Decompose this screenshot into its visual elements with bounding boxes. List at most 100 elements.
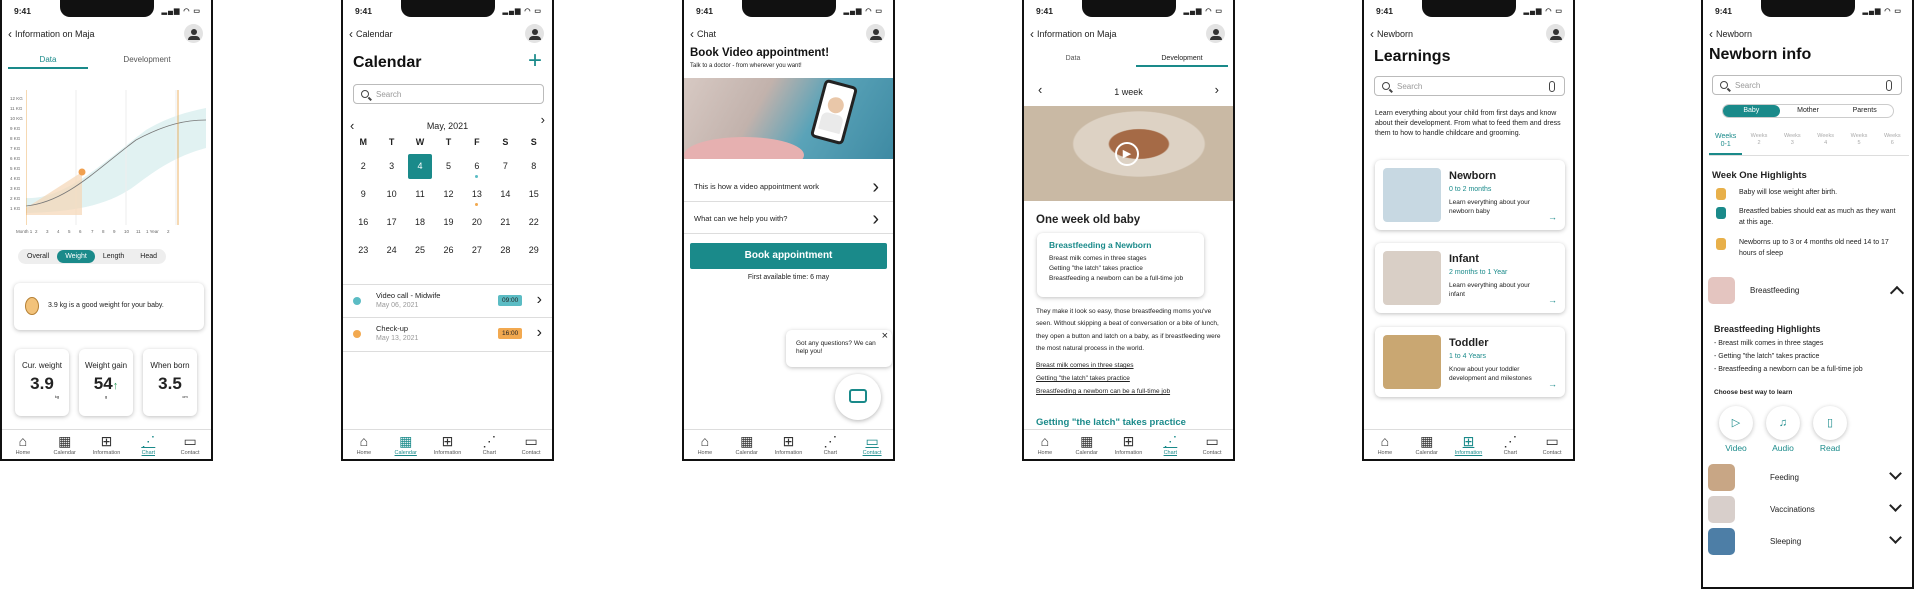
search-input[interactable]: Search xyxy=(353,84,544,104)
segment-mother[interactable]: Mother xyxy=(1780,105,1837,117)
close-icon[interactable]: × xyxy=(882,330,888,342)
link-latch[interactable]: Getting "the latch" takes practice xyxy=(1036,375,1130,382)
back-icon[interactable]: ‹ xyxy=(8,28,12,40)
segment-baby[interactable]: Baby xyxy=(1723,105,1780,117)
calendar-day[interactable]: 10 xyxy=(379,182,403,207)
week-tab[interactable]: Weeks 6 xyxy=(1876,133,1909,155)
learning-card-toddler[interactable]: Toddler 1 to 4 Years Know about your tod… xyxy=(1375,327,1565,397)
back-icon[interactable]: ‹ xyxy=(1030,28,1034,40)
calendar-day[interactable]: 12 xyxy=(436,182,460,207)
calendar-day[interactable]: 2 xyxy=(351,154,375,179)
tab-home[interactable]: ⌂ Home xyxy=(1024,430,1066,456)
week-tab[interactable]: Weeks 4 xyxy=(1809,133,1842,155)
tab-development[interactable]: Development xyxy=(107,55,187,64)
microphone-icon[interactable] xyxy=(1886,80,1892,91)
filter-length[interactable]: Length xyxy=(95,250,132,263)
book-appointment-button[interactable]: Book appointment xyxy=(690,243,887,269)
event-row[interactable]: Video call - Midwife May 06, 2021 09:00 … xyxy=(343,284,552,318)
calendar-day[interactable]: 29 xyxy=(522,238,546,263)
week-tab[interactable]: Weeks 3 xyxy=(1776,133,1809,155)
calendar-day[interactable]: 3 xyxy=(379,154,403,179)
row-how-it-works[interactable]: This is how a video appointment work › xyxy=(684,172,893,202)
profile-avatar[interactable] xyxy=(184,24,203,43)
calendar-day[interactable]: 11 xyxy=(408,182,432,207)
calendar-day[interactable]: 18 xyxy=(408,210,432,235)
filter-overall[interactable]: Overall xyxy=(19,250,57,263)
tab-information[interactable]: ⊞ Information xyxy=(1448,430,1490,459)
tab-chart[interactable]: ⋰ Chart xyxy=(1149,430,1191,456)
learning-card-infant[interactable]: Infant 2 months to 1 Year Learn everythi… xyxy=(1375,243,1565,313)
calendar-day[interactable]: 25 xyxy=(408,238,432,263)
calendar-day[interactable]: 17 xyxy=(379,210,403,235)
microphone-icon[interactable] xyxy=(1549,81,1555,92)
week-tab[interactable]: Weeks 2 xyxy=(1742,133,1775,155)
tab-calendar[interactable]: ▦ Calendar xyxy=(726,430,768,459)
tab-home[interactable]: ⌂ Home xyxy=(1364,430,1406,459)
calendar-day[interactable]: 4 xyxy=(407,154,433,179)
accordion-sleeping[interactable]: Sleeping xyxy=(1703,527,1912,557)
back-icon[interactable]: ‹ xyxy=(349,28,353,40)
back-label[interactable]: Chat xyxy=(697,29,716,39)
back-label[interactable]: Newborn xyxy=(1716,29,1752,39)
play-icon[interactable]: ▶ xyxy=(1115,142,1139,166)
breastfeeding-summary-card[interactable]: Breastfeeding a Newborn Breast milk come… xyxy=(1037,233,1204,297)
calendar-day[interactable]: 14 xyxy=(493,182,517,207)
calendar-day[interactable]: 15 xyxy=(522,182,546,207)
accordion-feeding[interactable]: Feeding xyxy=(1703,463,1912,493)
tab-calendar[interactable]: ▦ Calendar xyxy=(385,430,427,459)
calendar-day[interactable]: 7 xyxy=(493,154,517,179)
tab-information[interactable]: ⊞ Information xyxy=(427,430,469,459)
search-input[interactable]: Search xyxy=(1712,75,1902,95)
tab-calendar[interactable]: ▦ Calendar xyxy=(1066,430,1108,456)
filter-weight[interactable]: Weight xyxy=(57,250,95,263)
link-milk-stages[interactable]: Breast milk comes in three stages xyxy=(1036,362,1134,369)
tab-chart[interactable]: ⋰ Chart xyxy=(127,430,169,459)
tab-chart[interactable]: ⋰ Chart xyxy=(468,430,510,459)
calendar-day[interactable]: 8 xyxy=(522,154,546,179)
profile-avatar[interactable] xyxy=(525,24,544,43)
profile-avatar[interactable] xyxy=(1546,24,1565,43)
media-video-button[interactable]: ▷ xyxy=(1719,406,1753,440)
tab-information[interactable]: ⊞ Information xyxy=(86,430,128,459)
calendar-day[interactable]: 24 xyxy=(379,238,403,263)
tab-contact[interactable]: ▭ Contact xyxy=(169,430,211,459)
tab-contact[interactable]: ▭ Contact xyxy=(1191,430,1233,456)
calendar-day[interactable]: 20 xyxy=(465,210,489,235)
tab-contact[interactable]: ▭ Contact xyxy=(851,430,893,459)
tab-home[interactable]: ⌂ Home xyxy=(2,430,44,459)
baby-video-thumbnail[interactable]: ▶ xyxy=(1024,106,1233,201)
calendar-day[interactable]: 6 xyxy=(465,154,489,179)
learning-card-newborn[interactable]: Newborn 0 to 2 months Learn everything a… xyxy=(1375,160,1565,230)
calendar-day[interactable]: 23 xyxy=(351,238,375,263)
calendar-day[interactable]: 19 xyxy=(436,210,460,235)
segment-parents[interactable]: Parents xyxy=(1836,105,1893,117)
week-tab[interactable]: Weeks 0-1 xyxy=(1709,133,1743,155)
tab-chart[interactable]: ⋰ Chart xyxy=(809,430,851,459)
tab-data[interactable]: Data xyxy=(8,55,88,69)
calendar-day[interactable]: 27 xyxy=(465,238,489,263)
row-help[interactable]: What can we help you with? › xyxy=(684,204,893,234)
media-audio-button[interactable]: ♫ xyxy=(1766,406,1800,440)
tab-chart[interactable]: ⋰ Chart xyxy=(1489,430,1531,459)
calendar-day[interactable]: 16 xyxy=(351,210,375,235)
tab-information[interactable]: ⊞ Information xyxy=(1108,430,1150,456)
tab-calendar[interactable]: ▦ Calendar xyxy=(44,430,86,459)
tab-contact[interactable]: ▭ Contact xyxy=(510,430,552,459)
search-input[interactable]: Search xyxy=(1374,76,1565,96)
event-row[interactable]: Check-up May 13, 2021 16:00 › xyxy=(343,318,552,352)
back-label[interactable]: Information on Maja xyxy=(15,29,95,39)
calendar-day[interactable]: 26 xyxy=(436,238,460,263)
calendar-day[interactable]: 13 xyxy=(465,182,489,207)
accordion-vaccinations[interactable]: Vaccinations xyxy=(1703,495,1912,525)
calendar-day[interactable]: 5 xyxy=(436,154,460,179)
calendar-day[interactable]: 22 xyxy=(522,210,546,235)
chat-fab-button[interactable] xyxy=(835,374,881,420)
back-icon[interactable]: ‹ xyxy=(1709,28,1713,40)
tab-home[interactable]: ⌂ Home xyxy=(684,430,726,459)
tab-information[interactable]: ⊞ Information xyxy=(768,430,810,459)
filter-head[interactable]: Head xyxy=(132,250,165,263)
calendar-day[interactable]: 9 xyxy=(351,182,375,207)
back-icon[interactable]: ‹ xyxy=(690,28,694,40)
profile-avatar[interactable] xyxy=(1206,24,1225,43)
back-label[interactable]: Information on Maja xyxy=(1037,29,1117,39)
